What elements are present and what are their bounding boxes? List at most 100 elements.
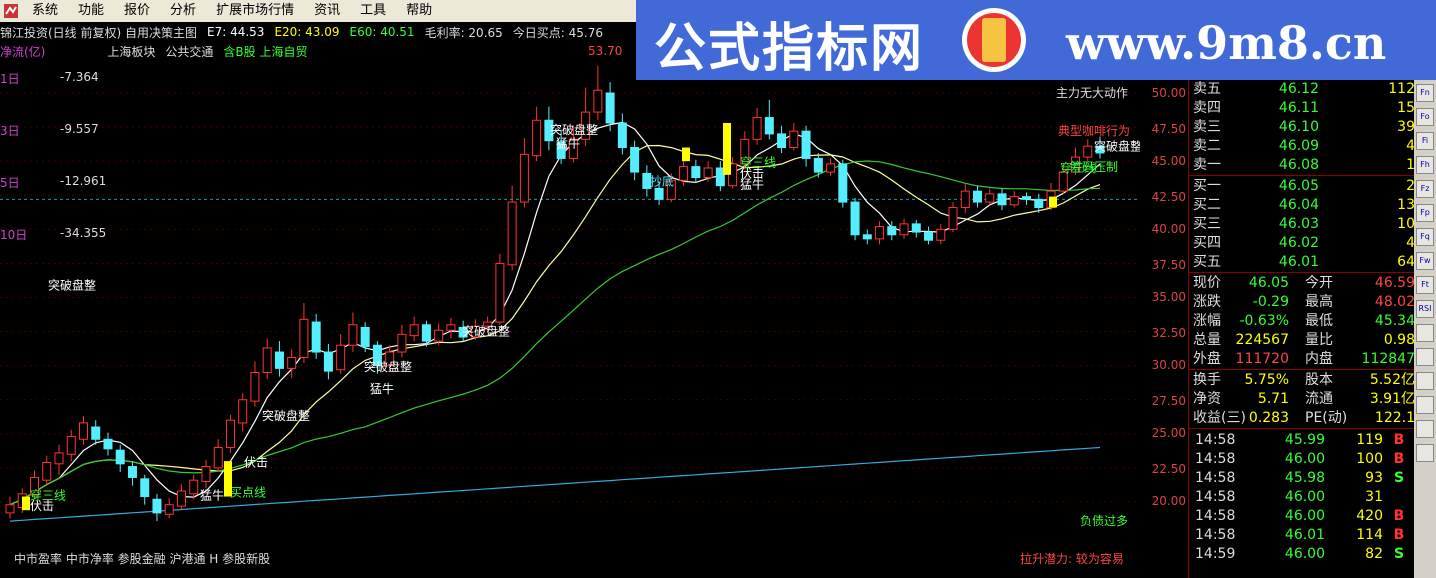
bid-row[interactable]: 买五 46.01 64 <box>1189 253 1421 272</box>
axis-label: 40.00 <box>1151 222 1186 236</box>
candle-body <box>262 347 272 373</box>
bid-label: 买三 <box>1193 216 1221 232</box>
ema20-value: E20: 43.09 <box>274 25 340 39</box>
candle-body <box>997 193 1007 206</box>
tick-time: 14:58 <box>1195 432 1236 448</box>
candle-body <box>752 117 762 140</box>
quote-label: 股本 <box>1305 372 1333 388</box>
tick-price: 45.98 <box>1284 470 1325 486</box>
quote-row: 总量 224567 量比 0.98 <box>1189 331 1421 350</box>
bid-price: 46.04 <box>1278 197 1319 213</box>
quote-value: 5.52亿 <box>1369 372 1415 388</box>
menu-quote[interactable]: 报价 <box>114 0 160 22</box>
highlight-bar <box>22 496 30 511</box>
signal-label: 穿三线 <box>30 487 66 502</box>
toolbar-button[interactable] <box>1416 372 1434 390</box>
toolbar-button[interactable]: Fp <box>1416 204 1434 222</box>
menu-extended-market[interactable]: 扩展市场行情 <box>206 0 304 22</box>
axis-label: 27.50 <box>1151 394 1186 408</box>
toolbar-button[interactable]: Fi <box>1416 132 1434 150</box>
toolbar-button[interactable] <box>1416 444 1434 462</box>
toolbar-button[interactable]: Fo <box>1416 108 1434 126</box>
quote-panel: 卖五 46.12 112 卖四 46.11 15 卖三 46.10 39 卖二 46.09 4 卖一 46… <box>1188 80 1436 578</box>
toolbar-button[interactable] <box>1416 324 1434 342</box>
toolbar-button[interactable] <box>1416 348 1434 366</box>
toolbar-button[interactable]: Fn <box>1416 84 1434 102</box>
toolbar-button[interactable]: Fw <box>1416 252 1434 270</box>
tag-shanghai[interactable]: 上海板块 <box>107 43 155 60</box>
ask-price: 46.11 <box>1278 100 1319 116</box>
quote-label: 流通 <box>1305 391 1333 407</box>
bid-row[interactable]: 买一 46.05 2 <box>1189 177 1421 196</box>
candle-body <box>213 446 223 469</box>
tag-transport[interactable]: 公共交通 <box>165 43 213 60</box>
ask-volume: 15 <box>1397 100 1415 116</box>
ask-price: 46.10 <box>1278 119 1319 135</box>
ask-row[interactable]: 卖一 46.08 1 <box>1189 156 1421 175</box>
toolbar-button[interactable]: RSI <box>1416 300 1434 318</box>
quote-row: 涨幅 -0.63% 最低 45.34 <box>1189 312 1421 331</box>
menu-news[interactable]: 资讯 <box>304 0 350 22</box>
bid-row[interactable]: 买三 46.03 10 <box>1189 215 1421 234</box>
menu-tools[interactable]: 工具 <box>350 0 396 22</box>
highlight-bar <box>224 461 232 497</box>
menu-analysis[interactable]: 分析 <box>160 0 206 22</box>
watermark-banner: 公式指标网 www.9m8.cn <box>636 0 1436 80</box>
toolbar-button[interactable] <box>1416 420 1434 438</box>
tick-time: 14:58 <box>1195 527 1236 543</box>
toolbar-button[interactable]: Fq <box>1416 228 1434 246</box>
quote-value: 46.05 <box>1248 275 1289 291</box>
ma-line-fast <box>9 121 1101 506</box>
candle-body <box>225 419 235 448</box>
ann-typical: 典型咖啡行为 <box>1058 124 1131 138</box>
ask-row[interactable]: 卖三 46.10 39 <box>1189 118 1421 137</box>
quote-label: 内盘 <box>1305 351 1333 367</box>
tick-direction: B <box>1393 527 1405 543</box>
highlight-bar <box>1049 196 1057 208</box>
quote-value: 112847 <box>1361 351 1415 367</box>
candle-body <box>960 190 970 209</box>
candle-body <box>605 92 615 124</box>
ask-label: 卖一 <box>1193 157 1221 173</box>
tick-row: 14:59 46.00 82 S <box>1189 545 1421 564</box>
candlestick-chart[interactable]: 突破盘整突破盘整突破盘整突破盘整突破盘整突破盘整猛牛猛牛猛牛猛牛伏击伏击伏击穿三… <box>0 60 1140 578</box>
axis-label: 45.00 <box>1151 154 1186 168</box>
toolbar-button[interactable] <box>1416 396 1434 414</box>
candle-body <box>42 461 52 481</box>
bid-row[interactable]: 买二 46.04 13 <box>1189 196 1421 215</box>
ann-main-force: 主力无大动作 <box>1056 86 1129 100</box>
menu-function[interactable]: 功能 <box>68 0 114 22</box>
tick-direction: B <box>1393 451 1405 467</box>
candle-body <box>152 498 162 514</box>
candle-body <box>434 329 444 342</box>
bid-row[interactable]: 买四 46.02 4 <box>1189 234 1421 253</box>
candle-body <box>1034 198 1044 209</box>
ask-row[interactable]: 卖五 46.12 112 <box>1189 80 1421 99</box>
divider <box>1189 369 1421 370</box>
candle-body <box>764 117 774 135</box>
tick-price: 46.00 <box>1284 451 1325 467</box>
candle-body <box>66 436 76 455</box>
tag-ftz[interactable]: 含B股 上海自贸 <box>223 43 307 60</box>
quote-label: 涨幅 <box>1193 313 1221 329</box>
ask-row[interactable]: 卖四 46.11 15 <box>1189 99 1421 118</box>
toolbar-button[interactable]: Ft <box>1416 276 1434 294</box>
bid-label: 买二 <box>1193 197 1221 213</box>
menu-help[interactable]: 帮助 <box>396 0 442 22</box>
bid-price: 46.05 <box>1278 178 1319 194</box>
menu-system[interactable]: 系统 <box>22 0 68 22</box>
axis-label: 47.50 <box>1151 122 1186 136</box>
quote-row: 换手 5.75% 股本 5.52亿 <box>1189 371 1421 390</box>
toolbar-button[interactable]: Fh <box>1416 156 1434 174</box>
bid-price: 46.02 <box>1278 235 1319 251</box>
ask-label: 卖四 <box>1193 100 1221 116</box>
candle-body <box>703 167 713 179</box>
tick-row: 14:58 45.98 93 S <box>1189 469 1421 488</box>
toolbar-button[interactable]: Fz <box>1416 180 1434 198</box>
banner-url: www.9m8.cn <box>1066 16 1387 70</box>
ask-row[interactable]: 卖二 46.09 4 <box>1189 137 1421 156</box>
tick-price: 46.00 <box>1284 508 1325 524</box>
highlight-bar <box>682 147 690 162</box>
bid-label: 买五 <box>1193 254 1221 270</box>
quote-label: 量比 <box>1305 332 1333 348</box>
